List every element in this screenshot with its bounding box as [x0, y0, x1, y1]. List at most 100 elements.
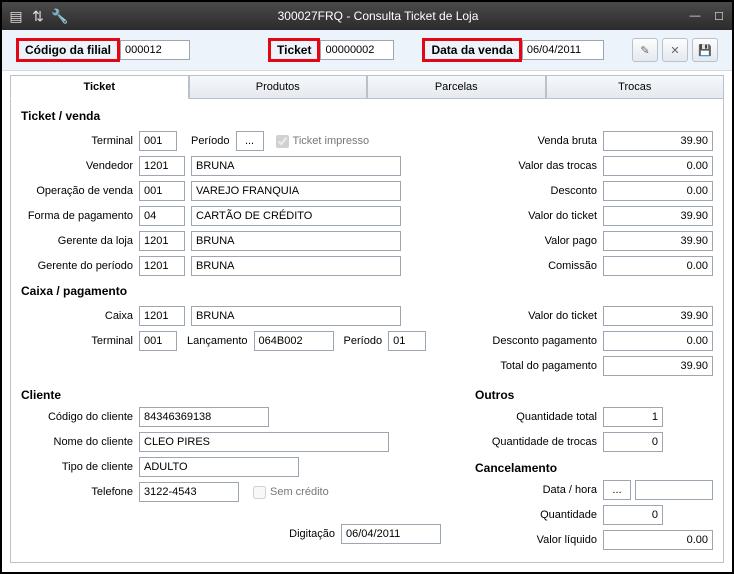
comissao-field[interactable]: 0.00	[603, 256, 713, 276]
forma-pag-label: Forma de pagamento	[21, 210, 139, 222]
digitacao-field[interactable]: 06/04/2011	[341, 524, 441, 544]
tipo-cliente-field[interactable]: ADULTO	[139, 457, 299, 477]
ticket-input[interactable]: 00000002	[320, 40, 394, 60]
caixa-terminal-label: Terminal	[21, 335, 139, 347]
digitacao-label: Digitação	[289, 528, 341, 540]
sem-credito-checkbox	[253, 486, 266, 499]
desconto-pag-field[interactable]: 0.00	[603, 331, 713, 351]
lancamento-field[interactable]: 064B002	[254, 331, 334, 351]
valor-liquido-label: Valor líquido	[475, 534, 603, 546]
codigo-filial-label: Código da filial	[16, 38, 120, 62]
tab-ticket[interactable]: Ticket	[10, 75, 189, 99]
section-cancelamento: Cancelamento	[475, 461, 713, 475]
tipo-cliente-label: Tipo de cliente	[21, 461, 139, 473]
caixa-terminal-field[interactable]: 001	[139, 331, 177, 351]
valor-trocas-field[interactable]: 0.00	[603, 156, 713, 176]
operacao-nome-field[interactable]: VAREJO FRANQUIA	[191, 181, 401, 201]
data-venda-input[interactable]: 06/04/2011	[522, 40, 604, 60]
forma-nome-field[interactable]: CARTÃO DE CRÉDITO	[191, 206, 401, 226]
qtd-total-field[interactable]: 1	[603, 407, 663, 427]
terminal-field[interactable]: 001	[139, 131, 177, 151]
operacao-cod-field[interactable]: 001	[139, 181, 185, 201]
wrench-icon[interactable]: 🔧	[52, 8, 68, 24]
sem-credito-check: Sem crédito	[253, 486, 329, 499]
data-hora-button[interactable]: ...	[603, 480, 631, 500]
forma-cod-field[interactable]: 04	[139, 206, 185, 226]
periodo-button[interactable]: ...	[236, 131, 264, 151]
nome-cliente-label: Nome do cliente	[21, 436, 139, 448]
tree-icon[interactable]: ⇅	[30, 8, 46, 24]
minimize-button[interactable]: —	[688, 9, 702, 23]
total-pag-field[interactable]: 39.90	[603, 356, 713, 376]
gerente-loja-label: Gerente da loja	[21, 235, 139, 247]
qtd-trocas-label: Quantidade de trocas	[475, 436, 603, 448]
window-title: 300027FRQ - Consulta Ticket de Loja	[68, 9, 688, 23]
desconto-pag-label: Desconto pagamento	[475, 335, 603, 347]
caixa-periodo-label: Período	[334, 335, 389, 347]
menu-icon[interactable]: ▤	[8, 8, 24, 24]
ticket-impresso-check: Ticket impresso	[276, 135, 370, 148]
sem-credito-label: Sem crédito	[270, 486, 329, 498]
gerente-per-nome-field[interactable]: BRUNA	[191, 256, 401, 276]
venda-bruta-label: Venda bruta	[475, 135, 603, 147]
qtd-total-label: Quantidade total	[475, 411, 603, 423]
periodo-label: Período	[177, 135, 236, 147]
search-strip: Código da filial 000012 Ticket 00000002 …	[2, 30, 732, 71]
caixa-nome-field[interactable]: BRUNA	[191, 306, 401, 326]
operacao-label: Operação de venda	[21, 185, 139, 197]
valor-ticket2-field[interactable]: 39.90	[603, 306, 713, 326]
section-ticket-venda: Ticket / venda	[21, 109, 713, 123]
vendedor-nome-field[interactable]: BRUNA	[191, 156, 401, 176]
maximize-button[interactable]: ☐	[712, 9, 726, 23]
cancel-button[interactable]: ✕	[662, 38, 688, 62]
gerente-per-cod-field[interactable]: 1201	[139, 256, 185, 276]
nome-cliente-field[interactable]: CLEO PIRES	[139, 432, 389, 452]
valor-pago-label: Valor pago	[475, 235, 603, 247]
caixa-label: Caixa	[21, 310, 139, 322]
tab-trocas[interactable]: Trocas	[546, 75, 725, 99]
valor-ticket-label: Valor do ticket	[475, 210, 603, 222]
vendedor-label: Vendedor	[21, 160, 139, 172]
ticket-label: Ticket	[268, 38, 320, 62]
gerente-periodo-label: Gerente do período	[21, 260, 139, 272]
gerente-loja-cod-field[interactable]: 1201	[139, 231, 185, 251]
save-button[interactable]: 💾	[692, 38, 718, 62]
canc-qtd-label: Quantidade	[475, 509, 603, 521]
qtd-trocas-field[interactable]: 0	[603, 432, 663, 452]
terminal-label: Terminal	[21, 135, 139, 147]
app-window: ▤ ⇅ 🔧 300027FRQ - Consulta Ticket de Loj…	[0, 0, 734, 574]
canc-qtd-field[interactable]: 0	[603, 505, 663, 525]
clear-button[interactable]: ✎	[632, 38, 658, 62]
valor-liquido-field[interactable]: 0.00	[603, 530, 713, 550]
telefone-field[interactable]: 3122-4543	[139, 482, 239, 502]
title-bar: ▤ ⇅ 🔧 300027FRQ - Consulta Ticket de Loj…	[2, 2, 732, 30]
ticket-impresso-checkbox	[276, 135, 289, 148]
valor-ticket-field[interactable]: 39.90	[603, 206, 713, 226]
caixa-cod-field[interactable]: 1201	[139, 306, 185, 326]
data-hora-field[interactable]	[635, 480, 713, 500]
lancamento-label: Lançamento	[177, 335, 254, 347]
total-pag-label: Total do pagamento	[475, 360, 603, 372]
gerente-loja-nome-field[interactable]: BRUNA	[191, 231, 401, 251]
desconto-field[interactable]: 0.00	[603, 181, 713, 201]
valor-pago-field[interactable]: 39.90	[603, 231, 713, 251]
tab-bar: Ticket Produtos Parcelas Trocas	[2, 75, 732, 99]
tab-produtos[interactable]: Produtos	[189, 75, 368, 99]
data-hora-label: Data / hora	[475, 484, 603, 496]
tab-content: Ticket / venda Terminal 001 Período ... …	[10, 98, 724, 563]
vendedor-cod-field[interactable]: 1201	[139, 156, 185, 176]
codigo-filial-input[interactable]: 000012	[120, 40, 190, 60]
telefone-label: Telefone	[21, 486, 139, 498]
codigo-cliente-label: Código do cliente	[21, 411, 139, 423]
valor-ticket2-label: Valor do ticket	[475, 310, 603, 322]
section-caixa-pag: Caixa / pagamento	[21, 284, 713, 298]
data-venda-label: Data da venda	[422, 38, 521, 62]
desconto-label: Desconto	[475, 185, 603, 197]
tab-parcelas[interactable]: Parcelas	[367, 75, 546, 99]
section-cliente: Cliente	[21, 388, 461, 402]
section-outros: Outros	[475, 388, 713, 402]
codigo-cliente-field[interactable]: 84346369138	[139, 407, 269, 427]
venda-bruta-field[interactable]: 39.90	[603, 131, 713, 151]
caixa-periodo-field[interactable]: 01	[388, 331, 426, 351]
comissao-label: Comissão	[475, 260, 603, 272]
